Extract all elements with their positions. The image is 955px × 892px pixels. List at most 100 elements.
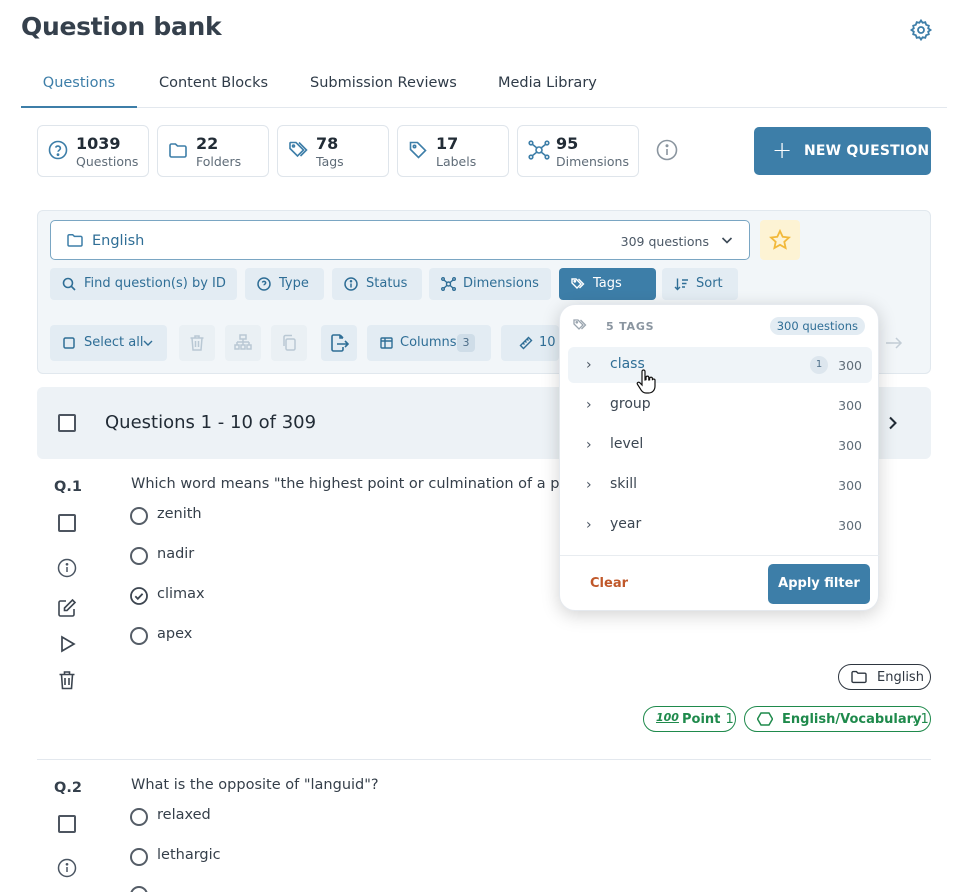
clear-button[interactable]: Clear bbox=[590, 576, 628, 591]
dimensions-icon bbox=[528, 140, 550, 160]
option-label: apex bbox=[157, 626, 193, 642]
columns-icon bbox=[380, 337, 393, 349]
option-label: relaxed bbox=[157, 807, 211, 823]
option-radio bbox=[130, 507, 148, 525]
new-question-label: NEW QUESTION bbox=[804, 143, 930, 159]
favorite-button[interactable] bbox=[760, 220, 800, 260]
tags-filter-button[interactable]: Tags bbox=[559, 268, 656, 300]
stat-tags[interactable]: 78 Tags bbox=[277, 125, 389, 177]
dimension-chip: English/Vocabulary : 1 bbox=[744, 706, 931, 732]
chevron-right-icon: › bbox=[586, 397, 592, 413]
export-button[interactable] bbox=[321, 325, 357, 361]
star-icon bbox=[769, 229, 791, 250]
copy-icon bbox=[283, 334, 296, 351]
tag-count: 300 bbox=[838, 438, 862, 453]
folder-select[interactable]: English 309 questions bbox=[50, 220, 750, 260]
tag-count: 300 bbox=[838, 478, 862, 493]
option-label: climax bbox=[157, 586, 205, 602]
stat-questions[interactable]: 1039 Questions bbox=[37, 125, 149, 177]
status-filter-button[interactable]: Status bbox=[332, 268, 422, 300]
play-icon[interactable] bbox=[59, 635, 77, 653]
dimensions-icon bbox=[441, 277, 456, 291]
stat-label: Folders bbox=[196, 154, 242, 169]
dimensions-filter-button[interactable]: Dimensions bbox=[429, 268, 551, 300]
edit-icon[interactable] bbox=[57, 598, 77, 618]
dimension-value: : 1 bbox=[912, 712, 929, 727]
tab-submission-reviews[interactable]: Submission Reviews bbox=[310, 70, 457, 108]
questions-range-label: Questions 1 - 10 of 309 bbox=[105, 412, 317, 433]
point-chip: 100 Point : 1 bbox=[643, 706, 736, 732]
tag-name: group bbox=[610, 396, 651, 412]
chevron-right-icon: › bbox=[586, 477, 592, 493]
arrow-right-icon[interactable] bbox=[885, 336, 903, 350]
export-icon bbox=[331, 334, 349, 352]
stat-number: 17 bbox=[436, 134, 459, 153]
find-by-id-button[interactable]: Find question(s) by ID bbox=[50, 268, 237, 300]
status-filter-label: Status bbox=[366, 276, 408, 291]
tags-filter-label: Tags bbox=[593, 276, 622, 291]
option-label: zenith bbox=[157, 506, 202, 522]
copy-button[interactable] bbox=[271, 325, 307, 361]
sort-button[interactable]: Sort bbox=[662, 268, 738, 300]
select-all-button[interactable]: Select all bbox=[50, 325, 167, 361]
question-checkbox[interactable] bbox=[58, 815, 76, 833]
tags-count-header: 5 TAGS bbox=[606, 320, 655, 333]
folder-name: English bbox=[92, 233, 145, 249]
plus-icon: + bbox=[772, 136, 793, 164]
tab-questions[interactable]: Questions bbox=[21, 70, 137, 108]
trash-icon[interactable] bbox=[58, 670, 76, 690]
checkbox-icon bbox=[63, 337, 75, 349]
tag-item-group[interactable]: › group 300 bbox=[568, 387, 872, 423]
tags-icon bbox=[289, 141, 308, 158]
correct-option-check-icon bbox=[130, 587, 148, 605]
type-filter-button[interactable]: Type bbox=[245, 268, 324, 300]
gear-icon[interactable] bbox=[909, 18, 933, 42]
hierarchy-icon bbox=[234, 334, 252, 350]
question-circle-icon bbox=[257, 277, 271, 291]
columns-count-badge: 3 bbox=[457, 334, 475, 352]
apply-filter-button[interactable]: Apply filter bbox=[768, 564, 870, 604]
tag-item-level[interactable]: › level 300 bbox=[568, 427, 872, 463]
question-checkbox[interactable] bbox=[58, 514, 76, 532]
dropdown-divider bbox=[560, 555, 880, 556]
folder-icon bbox=[169, 143, 187, 158]
type-filter-label: Type bbox=[279, 276, 309, 291]
tag-item-year[interactable]: › year 300 bbox=[568, 507, 872, 543]
new-question-button[interactable]: + NEW QUESTION bbox=[754, 127, 931, 175]
option-radio bbox=[130, 808, 148, 826]
points-label: 10 bbox=[539, 335, 556, 350]
columns-button[interactable]: Columns 3 bbox=[367, 325, 491, 361]
move-button[interactable] bbox=[225, 325, 261, 361]
stat-number: 78 bbox=[316, 134, 339, 153]
delete-button[interactable] bbox=[179, 325, 215, 361]
columns-label: Columns bbox=[400, 335, 457, 350]
folder-chip[interactable]: English bbox=[838, 664, 931, 690]
stat-labels[interactable]: 17 Labels bbox=[397, 125, 509, 177]
chevron-down-icon bbox=[143, 340, 153, 346]
tab-media-library[interactable]: Media Library bbox=[498, 70, 597, 108]
stat-number: 1039 bbox=[76, 134, 121, 153]
info-icon[interactable] bbox=[656, 139, 678, 161]
question-text: What is the opposite of "languid"? bbox=[131, 777, 379, 793]
info-icon[interactable] bbox=[57, 858, 77, 878]
folder-chip-label: English bbox=[877, 670, 924, 685]
info-icon[interactable] bbox=[57, 558, 77, 578]
select-all-label: Select all bbox=[84, 335, 144, 350]
chevron-right-icon[interactable] bbox=[888, 416, 898, 430]
tag-name: level bbox=[610, 436, 644, 452]
hexagon-icon bbox=[757, 712, 773, 726]
tag-item-class[interactable]: › class 1 300 bbox=[568, 347, 872, 383]
point-label: Point bbox=[682, 712, 721, 727]
select-all-checkbox[interactable] bbox=[58, 414, 76, 432]
stat-dimensions[interactable]: 95 Dimensions bbox=[517, 125, 639, 177]
label-icon bbox=[409, 141, 427, 159]
question-circle-icon bbox=[48, 140, 68, 160]
ruler-icon bbox=[519, 336, 533, 350]
folder-question-count: 309 questions bbox=[620, 234, 709, 249]
tags-icon bbox=[571, 278, 585, 289]
tag-item-skill[interactable]: › skill 300 bbox=[568, 467, 872, 503]
tab-content-blocks[interactable]: Content Blocks bbox=[159, 70, 268, 108]
question-number: Q.2 bbox=[54, 780, 82, 796]
stat-folders[interactable]: 22 Folders bbox=[157, 125, 269, 177]
points-button[interactable]: 10 bbox=[501, 325, 559, 361]
